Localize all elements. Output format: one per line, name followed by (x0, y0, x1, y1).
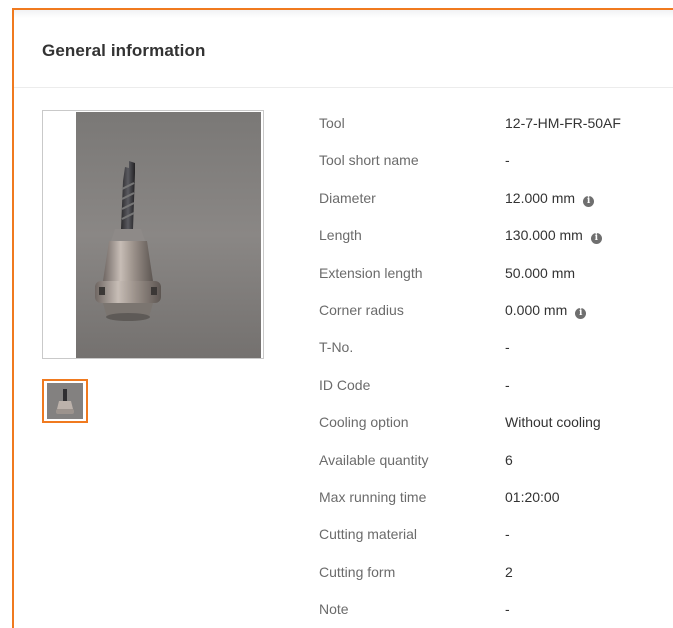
property-value-container: 0.000 mm i (505, 301, 587, 319)
property-label: T-No. (319, 339, 354, 356)
property-row-tool-short-name: Tool short name - (319, 144, 673, 181)
property-row-corner-radius: Corner radius 0.000 mm i (319, 294, 673, 331)
tool-properties-list: Tool 12-7-HM-FR-50AF Tool short name - D… (319, 107, 673, 628)
property-row-cutting-form: Cutting form 2 (319, 556, 673, 593)
property-value: 0.000 mm (505, 301, 568, 318)
property-value-container: 130.000 mm i (505, 227, 602, 245)
property-label: ID Code (319, 376, 371, 393)
property-value: 130.000 mm (505, 227, 583, 244)
property-value: - (505, 526, 510, 543)
property-value-container: 12.000 mm i (505, 189, 595, 207)
general-information-panel: General information Tool 12-7-HM-FR-50AF… (12, 8, 673, 628)
property-row-diameter: Diameter 12.000 mm i (319, 182, 673, 219)
info-icon[interactable]: i (575, 307, 587, 319)
property-value: Without cooling (505, 414, 601, 431)
info-icon[interactable]: i (590, 233, 602, 245)
property-label: Extension length (319, 264, 423, 281)
property-value: - (505, 152, 510, 169)
property-value: - (505, 339, 510, 356)
panel-title: General information (42, 41, 206, 60)
property-row-tool: Tool 12-7-HM-FR-50AF (319, 107, 673, 144)
panel-header: General information (14, 10, 673, 88)
tool-main-image[interactable] (42, 110, 264, 359)
property-row-available-quantity: Available quantity 6 (319, 444, 673, 481)
info-icon[interactable]: i (583, 195, 595, 207)
property-row-length: Length 130.000 mm i (319, 219, 673, 256)
tool-photo-thumbnail-icon (47, 383, 83, 419)
property-label: Max running time (319, 488, 427, 505)
property-value: 12.000 mm (505, 189, 576, 206)
property-row-extension-length: Extension length 50.000 mm (319, 257, 673, 294)
property-label: Available quantity (319, 451, 429, 468)
property-label: Tool short name (319, 152, 419, 169)
property-value: 2 (505, 563, 513, 580)
property-label: Note (319, 601, 349, 618)
property-label: Corner radius (319, 301, 404, 318)
property-row-t-no: T-No. - (319, 331, 673, 368)
tool-photo-icon (76, 112, 261, 358)
property-label: Cutting form (319, 563, 396, 580)
property-label: Tool (319, 115, 345, 131)
property-value: 12-7-HM-FR-50AF (505, 115, 621, 131)
tool-thumbnail[interactable] (42, 379, 88, 423)
property-label: Length (319, 227, 362, 244)
property-value: - (505, 601, 510, 618)
property-label: Cutting material (319, 526, 418, 543)
property-row-cutting-material: Cutting material - (319, 518, 673, 555)
property-row-cooling-option: Cooling option Without cooling (319, 406, 673, 443)
property-value: 01:20:00 (505, 488, 560, 505)
property-label: Diameter (319, 189, 376, 206)
property-value: - (505, 376, 510, 393)
property-row-note: Note - (319, 593, 673, 628)
property-value: 6 (505, 451, 513, 468)
property-label: Cooling option (319, 414, 409, 431)
property-value: 50.000 mm (505, 264, 576, 281)
property-row-max-running-time: Max running time 01:20:00 (319, 481, 673, 518)
property-row-id-code: ID Code - (319, 369, 673, 406)
